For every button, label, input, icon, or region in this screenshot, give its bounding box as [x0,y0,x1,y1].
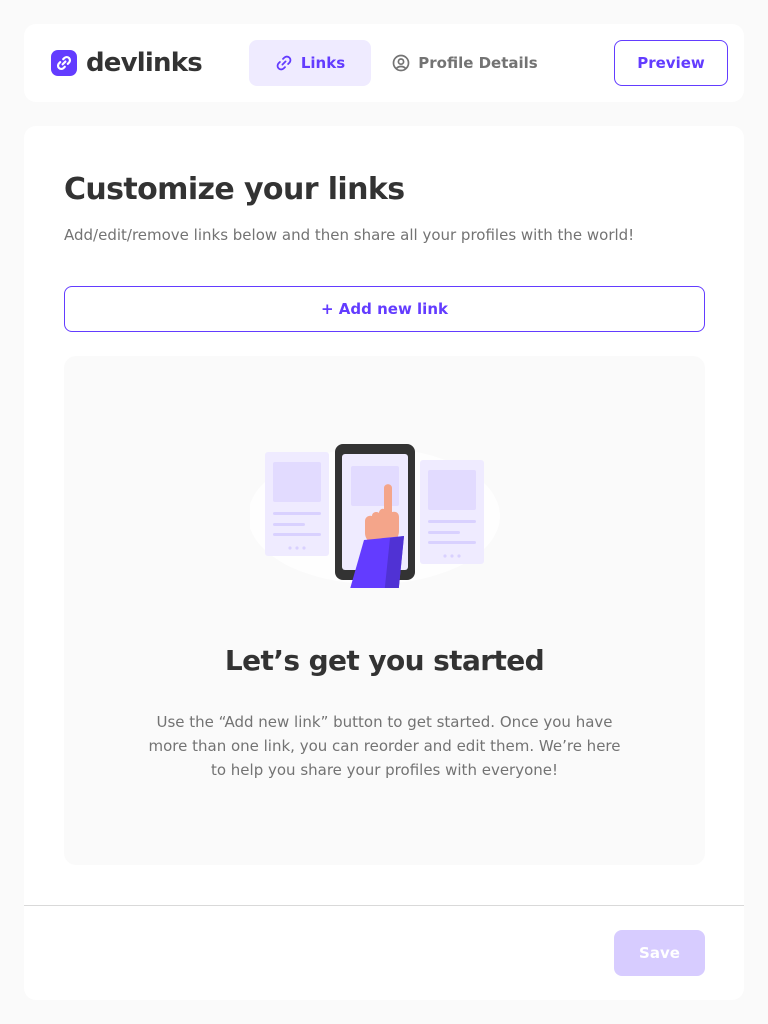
page-title: Customize your links [64,172,405,207]
empty-state-panel: Let’s get you started Use the “Add new l… [64,356,705,865]
phone-hand-illustration [248,428,520,596]
links-editor-card: Customize your links Add/edit/remove lin… [24,126,744,1000]
devlinks-logo[interactable]: devlinks [51,48,203,78]
page-subtitle: Add/edit/remove links below and then sha… [64,226,635,244]
empty-state-description: Use the “Add new link” button to get sta… [148,713,621,779]
empty-state-title: Let’s get you started [224,644,545,677]
tab-profile-details-label: Profile Details [418,54,538,72]
add-new-link-button[interactable]: + Add new link [64,286,705,332]
tab-links[interactable]: Links [249,40,371,86]
link-logo-icon [51,50,77,76]
tab-profile-details[interactable]: Profile Details [386,40,544,86]
logo-text: devlinks [86,48,203,78]
footer-divider [24,905,744,906]
top-navbar: devlinks Links Profile Details Preview [24,24,744,102]
preview-button[interactable]: Preview [614,40,728,86]
user-circle-icon [392,54,410,72]
tab-links-label: Links [300,54,346,72]
link-icon [275,54,293,72]
save-button[interactable]: Save [614,930,705,976]
